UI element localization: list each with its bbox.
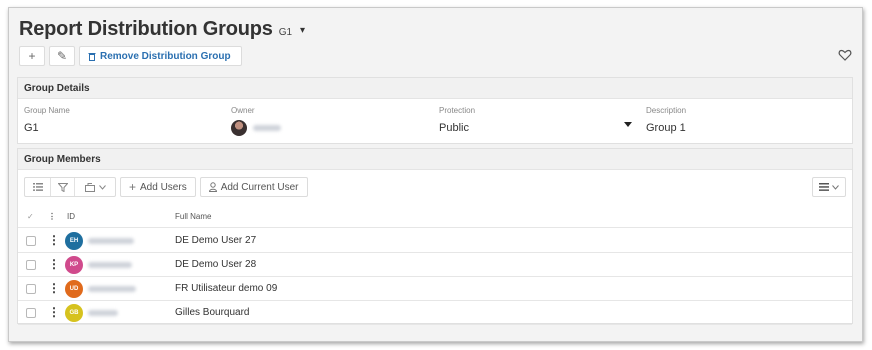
group-selector-caret-icon[interactable]: ▾ [300,25,305,36]
user-icon [208,182,217,192]
protection-label: Protection [439,106,476,115]
row-checkbox[interactable] [26,284,36,294]
owner-avatar [231,120,247,136]
user-full-name: DE Demo User 27 [175,235,257,246]
column-menu-icon[interactable]: ⋮ [48,212,56,221]
plus-icon: + [129,180,137,194]
row-menu-icon[interactable]: ⋮ [48,281,60,295]
description-field: Description Group 1 [646,106,686,134]
row-checkbox[interactable] [26,236,36,246]
group-members-panel: Group Members + Add Users Add Current Us… [17,148,853,325]
user-id-redacted [88,262,132,268]
description-label: Description [646,106,687,115]
user-id-redacted [88,286,136,292]
table-header: ✓ ⋮ ID Full Name [18,206,852,228]
add-button[interactable]: + [19,46,45,66]
edit-button[interactable]: ✎ [49,46,75,66]
add-users-label: Add Users [140,181,187,193]
group-selector[interactable]: G1 [279,27,292,38]
filter-icon[interactable] [51,178,75,196]
column-header-id[interactable]: ID [67,212,75,221]
main-toolbar: + ✎ Remove Distribution Group [19,46,242,66]
select-all-checkmark[interactable]: ✓ [27,212,34,221]
user-id-redacted [88,238,134,244]
list-view-icon[interactable] [25,178,51,196]
row-checkbox[interactable] [26,260,36,270]
add-users-button[interactable]: + Add Users [120,177,196,197]
protection-dropdown-caret-icon[interactable] [624,122,632,128]
trash-icon [88,52,96,61]
page-header: Report Distribution Groups G1 ▾ [19,18,305,41]
members-toolbar: + Add Users Add Current User [24,177,308,197]
column-header-full-name[interactable]: Full Name [175,212,211,221]
user-full-name: Gilles Bourquard [175,307,250,318]
user-avatar: KP [65,256,83,274]
remove-distribution-group-button[interactable]: Remove Distribution Group [79,46,242,66]
group-details-heading: Group Details [18,78,852,99]
row-menu-icon[interactable]: ⋮ [48,257,60,271]
user-full-name: FR Utilisateur demo 09 [175,283,278,294]
columns-icon [819,183,829,191]
remove-distribution-group-label: Remove Distribution Group [100,50,231,62]
user-avatar: EH [65,232,83,250]
page-title: Report Distribution Groups [19,18,273,40]
protection-value[interactable]: Public [439,122,475,134]
description-value: Group 1 [646,122,686,134]
table-row[interactable]: ⋮ EH DE Demo User 27 [18,229,852,253]
user-avatar: UD [65,280,83,298]
protection-field[interactable]: Protection Public [439,106,475,134]
user-avatar: GB [65,304,83,322]
group-name-label: Group Name [24,106,70,115]
favorite-heart-icon[interactable] [838,48,852,62]
add-current-user-button[interactable]: Add Current User [199,177,308,197]
column-settings-dropdown[interactable] [812,177,846,197]
owner-field: Owner [231,106,281,136]
row-checkbox[interactable] [26,308,36,318]
group-members-heading: Group Members [18,149,852,170]
group-name-field: Group Name G1 [24,106,70,134]
export-dropdown[interactable] [75,178,115,196]
user-full-name: DE Demo User 28 [175,259,257,270]
user-id-redacted [88,310,118,316]
owner-name-redacted [253,125,281,131]
table-row[interactable]: ⋮ UD FR Utilisateur demo 09 [18,277,852,301]
row-menu-icon[interactable]: ⋮ [48,233,60,247]
app-window: Report Distribution Groups G1 ▾ + ✎ Remo… [8,7,863,342]
group-details-panel: Group Details Group Name G1 Owner Protec… [17,77,853,144]
chevron-down-icon [98,184,106,190]
owner-label: Owner [231,106,255,115]
row-menu-icon[interactable]: ⋮ [48,305,60,319]
chevron-down-icon [832,184,839,190]
view-controls [24,177,116,197]
group-name-value: G1 [24,122,39,134]
table-row[interactable]: ⋮ KP DE Demo User 28 [18,253,852,277]
export-icon [84,182,95,192]
table-row[interactable]: ⋮ GB Gilles Bourquard [18,301,852,325]
add-current-user-label: Add Current User [220,181,299,193]
